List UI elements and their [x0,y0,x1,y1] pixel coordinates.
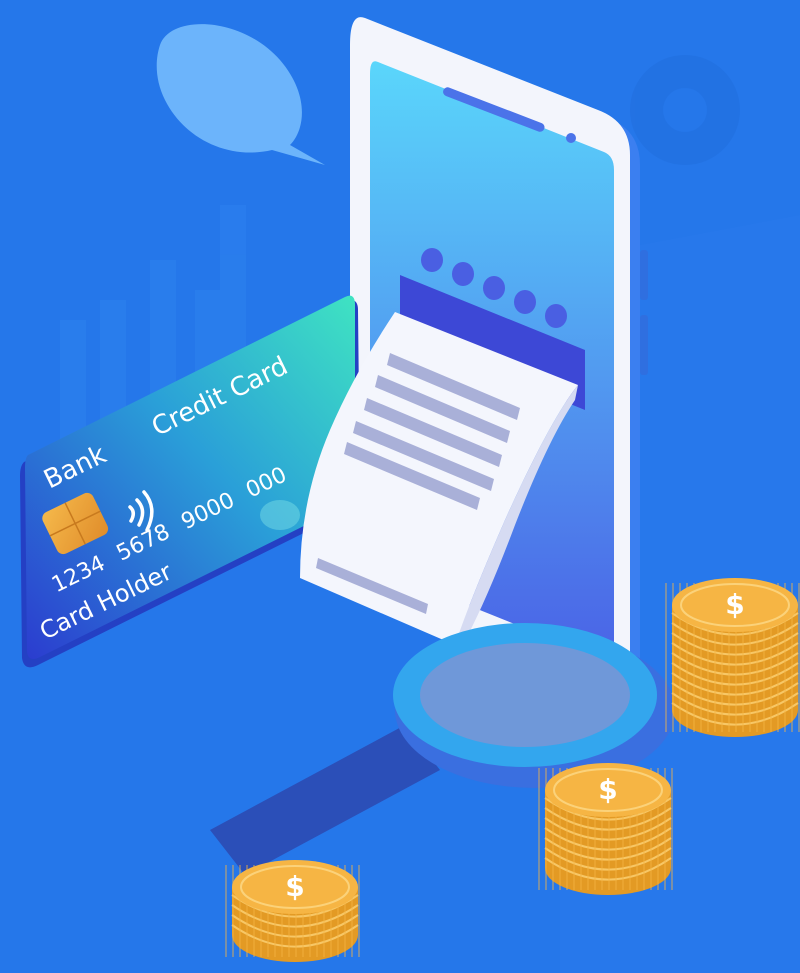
pin-dot [483,276,505,300]
pin-dot [421,248,443,272]
phone-camera [566,133,576,143]
speech-bubble-icon [156,24,325,166]
phone-side-button [640,250,648,300]
gear-icon [630,55,740,165]
dollar-sign-icon: $ [598,773,617,806]
phone-side-button [640,315,648,375]
card-logo [260,500,300,530]
dollar-sign-icon: $ [285,870,304,903]
pin-dot [545,304,567,328]
payment-illustration: Bank Credit Card 1234 5678 9000 000 Card… [0,0,800,973]
coin-stack-base [672,683,798,737]
coin-stack-right: $ [665,578,800,737]
pin-dot [452,262,474,286]
dollar-sign-icon: $ [725,588,744,621]
coin-stack-middle: $ [538,763,673,895]
illustration-canvas: Bank Credit Card 1234 5678 9000 000 Card… [20,17,800,973]
coin-stack-left: $ [225,860,360,962]
pin-dot [514,290,536,314]
